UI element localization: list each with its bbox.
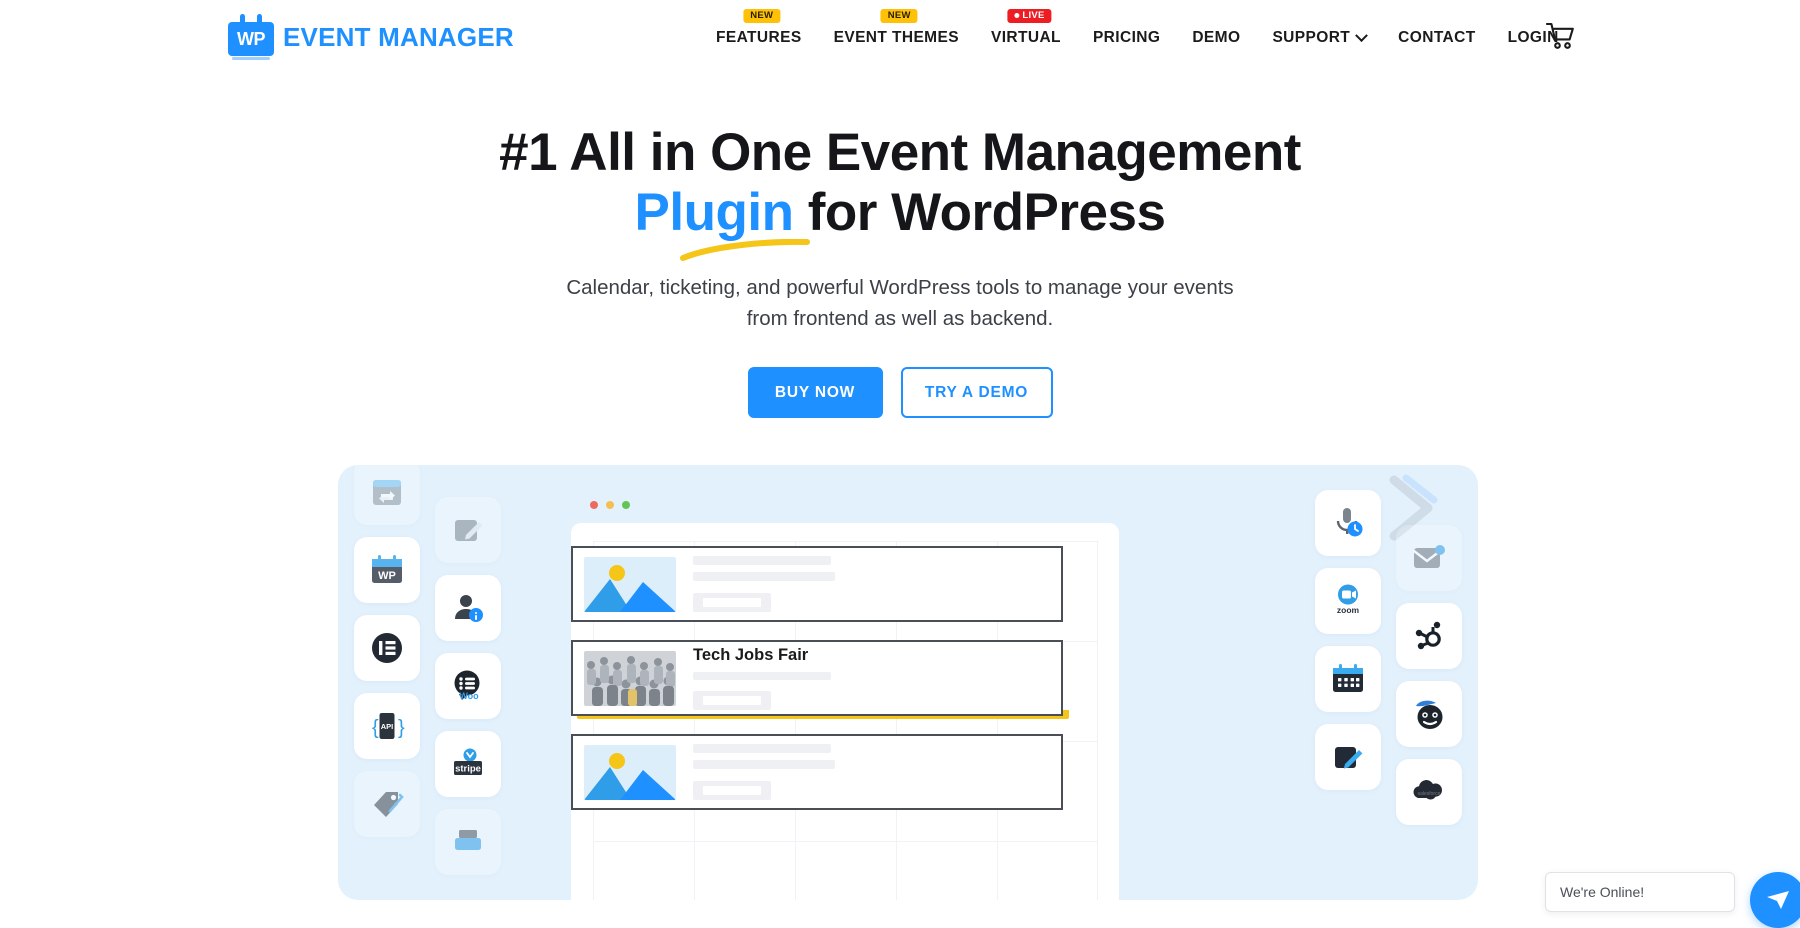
mailchimp-icon[interactable] [1396, 681, 1462, 747]
edit-pen-icon[interactable] [1315, 724, 1381, 790]
event-skeleton-lines [693, 556, 835, 612]
hubspot-icon[interactable] [1396, 603, 1462, 669]
shopping-cart-icon[interactable] [1545, 22, 1576, 55]
logo-mark-icon: WP [228, 14, 274, 60]
table-row[interactable] [571, 546, 1063, 622]
nav-badge-new: NEW [743, 9, 781, 23]
browser-mockup: Tech Jobs Fair [553, 465, 1123, 900]
nav-badge-label: LIVE [1022, 10, 1045, 21]
event-details: Tech Jobs Fair [693, 646, 831, 710]
nav-item-label: FEATURES [716, 29, 802, 46]
edit-note-icon[interactable] [435, 497, 501, 563]
svg-text:Woo: Woo [459, 691, 479, 701]
logo-underline [232, 57, 270, 60]
svg-text:salesforce: salesforce [1418, 791, 1441, 797]
logo-wordmark: EVENT MANAGER [283, 21, 514, 52]
nav-item-label: CONTACT [1398, 29, 1476, 46]
woocommerce-icon[interactable]: Woo [435, 653, 501, 719]
salesforce-icon[interactable]: salesforce [1396, 759, 1462, 825]
svg-text:{: { [372, 717, 379, 739]
nav-item-label: PRICING [1092, 29, 1161, 46]
hero-illustration: WP { } API Woo stripe zoom salesforce Te… [338, 465, 1478, 900]
nav-item-support[interactable]: SUPPORT [1256, 0, 1382, 76]
try-a-demo-button[interactable]: TRY A DEMO [900, 367, 1053, 418]
nav-item-contact[interactable]: CONTACT [1382, 0, 1491, 76]
logo-badge: WP [228, 22, 274, 56]
nav-item-label: SUPPORT [1272, 29, 1351, 46]
event-title: Tech Jobs Fair [693, 646, 809, 664]
main-navigation: NEW FEATURES NEW EVENT THEMES LIVE VIRTUAL PRI… [700, 0, 1575, 76]
table-row[interactable]: Tech Jobs Fair [571, 640, 1063, 716]
svg-text:API: API [381, 722, 394, 731]
skeleton-line [693, 760, 835, 769]
stripe-icon[interactable]: stripe [435, 731, 501, 797]
nav-item-virtual[interactable]: LIVE VIRTUAL [975, 0, 1077, 76]
page-title: #1 All in One Event Management Plugin fo… [0, 123, 1800, 243]
site-logo[interactable]: WP EVENT MANAGER [228, 14, 514, 60]
zoom-icon[interactable]: zoom [1315, 568, 1381, 634]
event-action-pill [693, 781, 771, 800]
nav-badge-live: LIVE [1007, 9, 1052, 23]
logo-mark-text: WP [237, 28, 266, 49]
hero-title-line2: for WordPress [793, 182, 1166, 242]
tag-icon[interactable] [354, 771, 420, 837]
svg-text:stripe: stripe [455, 764, 481, 775]
right-icon-column-2: salesforce [1396, 525, 1462, 825]
live-dot-icon [1014, 13, 1020, 19]
recurring-calendar-icon[interactable] [354, 465, 420, 525]
skeleton-line [693, 744, 831, 753]
skeleton-line [693, 572, 835, 581]
nav-item-features[interactable]: NEW FEATURES [700, 0, 818, 76]
placeholder-image-icon [584, 744, 676, 800]
svg-text:zoom: zoom [1337, 605, 1360, 615]
event-action-pill [693, 691, 771, 710]
window-control-dots [590, 501, 630, 509]
window-dot-close [590, 501, 598, 509]
email-notification-icon[interactable] [1396, 525, 1462, 591]
wp-calendar-icon[interactable]: WP [354, 537, 420, 603]
skeleton-line [693, 672, 831, 680]
crowd-photo-thumbnail [584, 650, 676, 706]
chat-status-message[interactable]: We're Online! [1545, 872, 1735, 912]
calendar-icon[interactable] [1315, 646, 1381, 712]
table-row[interactable] [571, 734, 1063, 810]
nav-item-label: DEMO [1192, 29, 1241, 46]
nav-item-demo[interactable]: DEMO [1176, 0, 1256, 76]
nav-badge-label: NEW [887, 10, 911, 21]
left-icon-column-2: Woo stripe [435, 497, 501, 875]
nav-item-label: EVENT THEMES [833, 29, 959, 46]
svg-text:}: } [398, 717, 405, 739]
nav-item-label: VIRTUAL [990, 29, 1061, 46]
nav-badge-new: NEW [880, 9, 918, 23]
buy-now-button[interactable]: BUY NOW [747, 367, 883, 418]
elementor-icon[interactable] [354, 615, 420, 681]
hero-title-line1: #1 All in One Event Management [499, 123, 1301, 182]
event-skeleton-lines [693, 744, 835, 800]
placeholder-image-icon [584, 556, 676, 612]
window-dot-maximize [622, 501, 630, 509]
hero-subtitle-line2: from frontend as well as backend. [746, 306, 1054, 330]
nav-badge-label: NEW [750, 10, 774, 21]
nav-item-event-themes[interactable]: NEW EVENT THEMES [818, 0, 975, 76]
skeleton-line [693, 556, 831, 565]
window-dot-minimize [606, 501, 614, 509]
underline-swoosh-icon [680, 238, 810, 261]
hero-subtitle: Calendar, ticketing, and powerful WordPr… [0, 273, 1800, 335]
chat-icon[interactable] [1750, 872, 1800, 928]
printer-icon[interactable] [435, 809, 501, 875]
chevron-down-icon [1355, 28, 1369, 42]
event-list-card: Tech Jobs Fair [571, 523, 1119, 900]
event-action-pill [693, 593, 771, 612]
right-icon-column-1: zoom [1315, 490, 1381, 790]
hero-title-highlight: Plugin [634, 182, 794, 242]
hero-subtitle-line1: Calendar, ticketing, and powerful WordPr… [566, 276, 1234, 299]
user-info-icon[interactable] [435, 575, 501, 641]
nav-item-pricing[interactable]: PRICING [1077, 0, 1176, 76]
svg-text:WP: WP [378, 570, 396, 582]
hero-cta-group: BUY NOW TRY A DEMO [0, 367, 1800, 418]
left-icon-column-1: WP { } API [354, 465, 420, 837]
api-icon[interactable]: { } API [354, 693, 420, 759]
site-header: WP EVENT MANAGER NEW FEATURES NEW EVENT THE… [0, 0, 1800, 76]
microphone-time-icon[interactable] [1315, 490, 1381, 556]
